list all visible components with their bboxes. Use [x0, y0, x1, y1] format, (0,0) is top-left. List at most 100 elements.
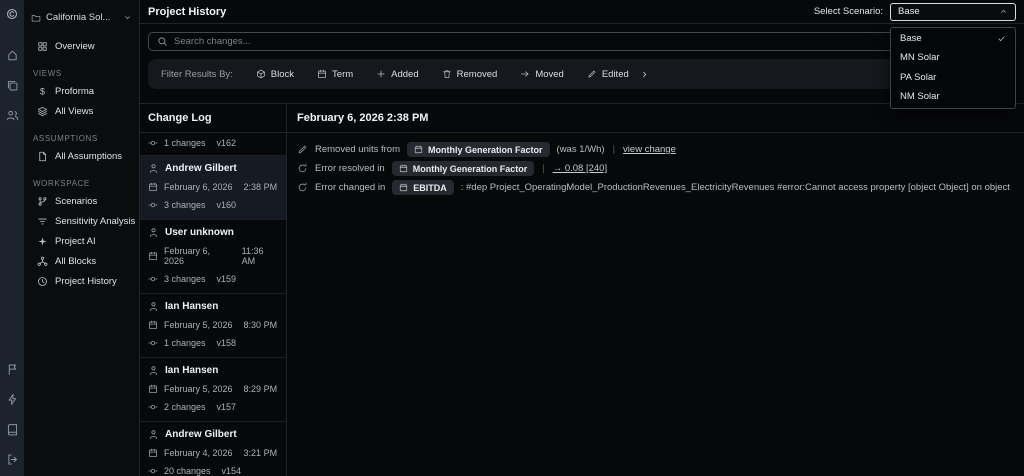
- filter-button-added[interactable]: Added: [376, 69, 419, 80]
- check-icon: [997, 34, 1006, 43]
- clock-icon: [37, 276, 48, 287]
- icon-rail: [0, 0, 24, 476]
- entry-date: February 4, 2026 3:21 PM: [148, 448, 278, 458]
- filter-button-label: Block: [270, 68, 295, 80]
- sidebar-item-all-assumptions[interactable]: All Assumptions: [24, 146, 139, 166]
- search-icon: [157, 36, 168, 47]
- entry-date-text: February 6, 2026: [164, 246, 211, 266]
- change-log-entry[interactable]: Ian Hansen February 5, 2026 8:30 PM 1 chang…: [140, 294, 286, 358]
- rail-home-button[interactable]: [6, 49, 19, 62]
- entry-time-text: 8:30 PM: [243, 320, 278, 330]
- entry-changes: 2 changes v157: [148, 402, 278, 412]
- filter-button-moved[interactable]: Moved: [520, 69, 564, 80]
- grid-icon: [37, 41, 48, 52]
- sparkle-icon: [37, 236, 48, 247]
- sidebar-item-proforma[interactable]: $ Proforma: [24, 81, 139, 101]
- change-detail-list: Removed units from Monthly Generation Fac…: [287, 133, 1024, 204]
- sidebar-item-all-blocks[interactable]: All Blocks: [24, 251, 139, 271]
- trash-icon: [442, 69, 452, 79]
- blocks-icon: [37, 256, 48, 267]
- app-logo-icon: [6, 8, 18, 20]
- entry-changes-count: 1 changes: [164, 338, 206, 348]
- main-panel: Project History Select Scenario: Base Ba…: [140, 0, 1024, 476]
- calendar-icon: [148, 251, 158, 261]
- entry-changes: 3 changes v160: [148, 200, 278, 210]
- sidebar-item-all-views[interactable]: All Views: [24, 101, 139, 121]
- pencil-icon: [587, 69, 597, 79]
- entry-version: v160: [216, 200, 237, 210]
- scenario-option-mn-solar[interactable]: MN Solar: [891, 48, 1015, 68]
- sidebar-item-project-history[interactable]: Project History: [24, 271, 139, 291]
- entry-date-text: February 4, 2026: [164, 448, 233, 458]
- change-detail-link[interactable]: → 0.08 [240]: [553, 163, 607, 174]
- commit-icon: [148, 466, 158, 476]
- sidebar-item-label: Proforma: [55, 85, 95, 97]
- entry-author: Ian Hansen: [148, 365, 278, 376]
- entry-date-text: February 5, 2026: [164, 384, 233, 394]
- chevron-right-icon[interactable]: [640, 70, 649, 79]
- layers-icon: [37, 106, 48, 117]
- scenario-option-nm-solar[interactable]: NM Solar: [891, 87, 1015, 107]
- main-header: Project History Select Scenario: Base Ba…: [140, 0, 1024, 109]
- rail-quick-actions-button[interactable]: [6, 393, 19, 406]
- person-icon: [148, 227, 159, 238]
- change-log-entry[interactable]: Andrew Gilbert February 4, 2026 3:21 PM 20 …: [140, 422, 286, 476]
- filter-button-removed[interactable]: Removed: [442, 68, 498, 80]
- change-log-entry[interactable]: User unknown February 6, 2026 11:36 AM 3 ch…: [140, 220, 286, 294]
- sidebar-item-sensitivity-analysis[interactable]: Sensitivity Analysis: [24, 211, 139, 231]
- entry-date: February 6, 2026 2:38 PM: [148, 182, 278, 192]
- rail-docs-button[interactable]: [6, 423, 19, 436]
- block-reference-chip[interactable]: Monthly Generation Factor: [407, 142, 550, 157]
- change-detail-panel: February 6, 2026 2:38 PM Removed units f…: [287, 104, 1024, 476]
- search-box[interactable]: [148, 32, 1016, 51]
- scenario-option-base[interactable]: Base: [891, 29, 1015, 49]
- search-input[interactable]: [174, 36, 1007, 47]
- entry-changes-count: 1 changes: [164, 138, 206, 148]
- commit-icon: [148, 274, 158, 284]
- entry-version: v154: [221, 466, 242, 476]
- change-log-entry[interactable]: 1 changes v162: [140, 133, 286, 156]
- filter-button-edited[interactable]: Edited: [587, 69, 629, 80]
- entry-author-name: User unknown: [165, 227, 234, 238]
- filter-button-label: Removed: [456, 68, 498, 80]
- calendar-icon: [317, 69, 327, 79]
- history-columns: Change Log 1 changes v162 Andrew Gilbert Fe…: [140, 103, 1024, 476]
- rail-logout-button[interactable]: [6, 453, 19, 466]
- sidebar-item-overview[interactable]: Overview: [24, 36, 139, 56]
- sidebar-item-scenarios[interactable]: Scenarios: [24, 191, 139, 211]
- sidebar-item-label: All Blocks: [55, 255, 97, 267]
- rail-bottom-group: [6, 363, 19, 466]
- sidebar-item-label: Project AI: [55, 235, 96, 247]
- scenario-option-pa-solar[interactable]: PA Solar: [891, 68, 1015, 88]
- commit-icon: [148, 200, 158, 210]
- entry-changes: 1 changes v162: [148, 138, 278, 148]
- person-icon: [148, 365, 159, 376]
- change-log-entry[interactable]: Ian Hansen February 5, 2026 8:29 PM 2 chang…: [140, 358, 286, 422]
- change-detail-link[interactable]: view change: [623, 144, 676, 155]
- entry-changes-count: 3 changes: [164, 200, 206, 210]
- change-detail-text: (was 1/Wh): [556, 144, 605, 155]
- project-selector[interactable]: California Sol...: [24, 6, 139, 29]
- scenario-select-label: Select Scenario:: [813, 6, 883, 17]
- filter-button-block[interactable]: Block: [256, 69, 294, 80]
- block-reference-chip[interactable]: EBITDA: [392, 180, 454, 195]
- scenario-select[interactable]: Base Base MN Solar PA Solar NM Solar: [890, 2, 1016, 109]
- filter-button-term[interactable]: Term: [317, 69, 353, 80]
- rail-team-button[interactable]: [6, 109, 19, 122]
- change-detail-text: Error resolved in: [315, 163, 385, 174]
- branch-icon: [37, 196, 48, 207]
- entry-author: User unknown: [148, 227, 278, 238]
- plus-icon: [376, 69, 386, 79]
- sidebar-item-project-ai[interactable]: Project AI: [24, 231, 139, 251]
- entry-version: v162: [216, 138, 237, 148]
- calendar-icon: [148, 182, 158, 192]
- change-log-entry[interactable]: Andrew Gilbert February 6, 2026 2:38 PM 3 c…: [140, 156, 286, 220]
- rail-feedback-button[interactable]: [6, 363, 19, 376]
- entry-time-text: 11:36 AM: [241, 246, 264, 266]
- filter-label: Filter Results By:: [161, 68, 233, 80]
- commit-icon: [148, 138, 158, 148]
- block-reference-chip[interactable]: Monthly Generation Factor: [391, 161, 535, 176]
- rail-projects-button[interactable]: [6, 79, 19, 92]
- error-icon: [297, 182, 308, 193]
- rail-top-group: [6, 8, 19, 122]
